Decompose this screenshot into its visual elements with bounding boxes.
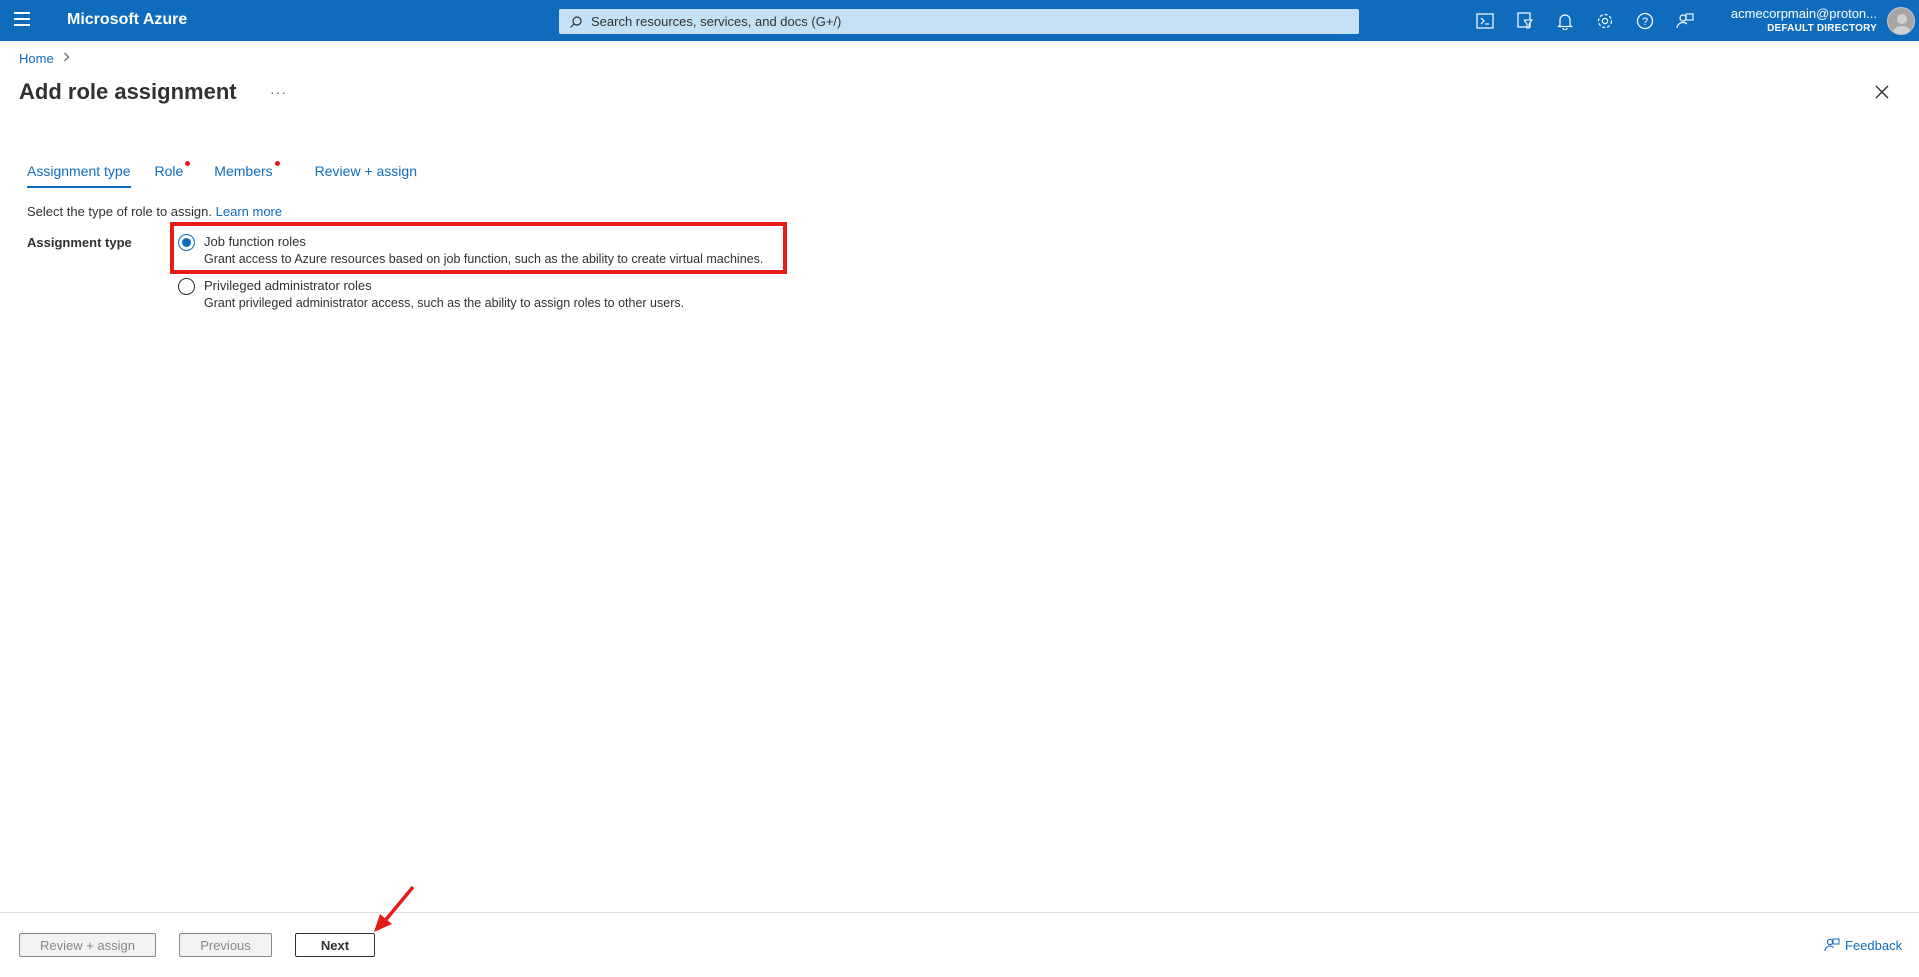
tab-role[interactable]: Role [154,161,191,188]
feedback-label: Feedback [1845,937,1903,953]
next-button[interactable]: Next [295,933,375,957]
svg-text:?: ? [1642,16,1648,28]
radio-privileged-administrator-roles[interactable]: Privileged administrator roles Grant pri… [178,277,684,312]
previous-button[interactable]: Previous [179,933,272,957]
page-title: Add role assignment [19,79,237,104]
feedback-link[interactable]: Feedback [1824,937,1902,953]
cloud-shell-icon[interactable] [1465,10,1505,32]
account-directory: DEFAULT DIRECTORY [1767,23,1877,34]
tab-list: Assignment type Role Members Review + as… [27,161,441,188]
hamburger-menu-icon[interactable] [14,12,30,26]
breadcrumb-home[interactable]: Home [19,51,54,66]
learn-more-link[interactable]: Learn more [216,204,282,219]
account-menu[interactable]: acmecorpmain@proton... DEFAULT DIRECTORY [1731,6,1877,36]
tab-label: Role [154,163,184,179]
avatar[interactable] [1887,7,1915,35]
required-indicator [274,161,280,166]
tab-label: Review + assign [314,163,417,179]
required-indicator [185,161,191,166]
search-placeholder: Search resources, services, and docs (G+… [591,14,842,29]
breadcrumb: Home [19,51,70,66]
more-options-icon[interactable]: ··· [270,84,287,100]
tab-label: Members [214,163,273,179]
brand-title[interactable]: Microsoft Azure [67,11,187,29]
description: Select the type of role to assign. Learn… [27,204,282,219]
top-bar: Microsoft Azure Search resources, servic… [0,0,1919,41]
assignment-type-label: Assignment type [27,235,132,250]
close-icon[interactable] [1874,84,1890,100]
directory-filter-icon[interactable] [1505,10,1545,32]
review-assign-button[interactable]: Review + assign [19,933,156,957]
feedback-icon[interactable] [1665,10,1705,32]
settings-icon[interactable] [1585,10,1625,32]
annotation-arrow-icon [374,885,415,932]
search-icon [570,15,582,28]
tab-assignment-type[interactable]: Assignment type [27,163,131,188]
chevron-right-icon [63,52,70,65]
tab-members[interactable]: Members [214,161,280,188]
tab-label: Assignment type [27,163,131,179]
radio-button[interactable] [178,278,195,295]
notifications-icon[interactable] [1545,10,1585,32]
annotation-highlight-box [170,222,787,274]
account-name: acmecorpmain@proton... [1730,6,1877,21]
search-input[interactable]: Search resources, services, and docs (G+… [559,9,1359,34]
help-icon[interactable]: ? [1625,10,1665,32]
tab-review-assign[interactable]: Review + assign [315,163,417,188]
description-text: Select the type of role to assign. [27,204,212,219]
footer-bar [0,912,1919,977]
option-title: Privileged administrator roles [204,278,372,293]
option-subtitle: Grant privileged administrator access, s… [204,296,685,310]
feedback-person-icon [1824,938,1840,952]
